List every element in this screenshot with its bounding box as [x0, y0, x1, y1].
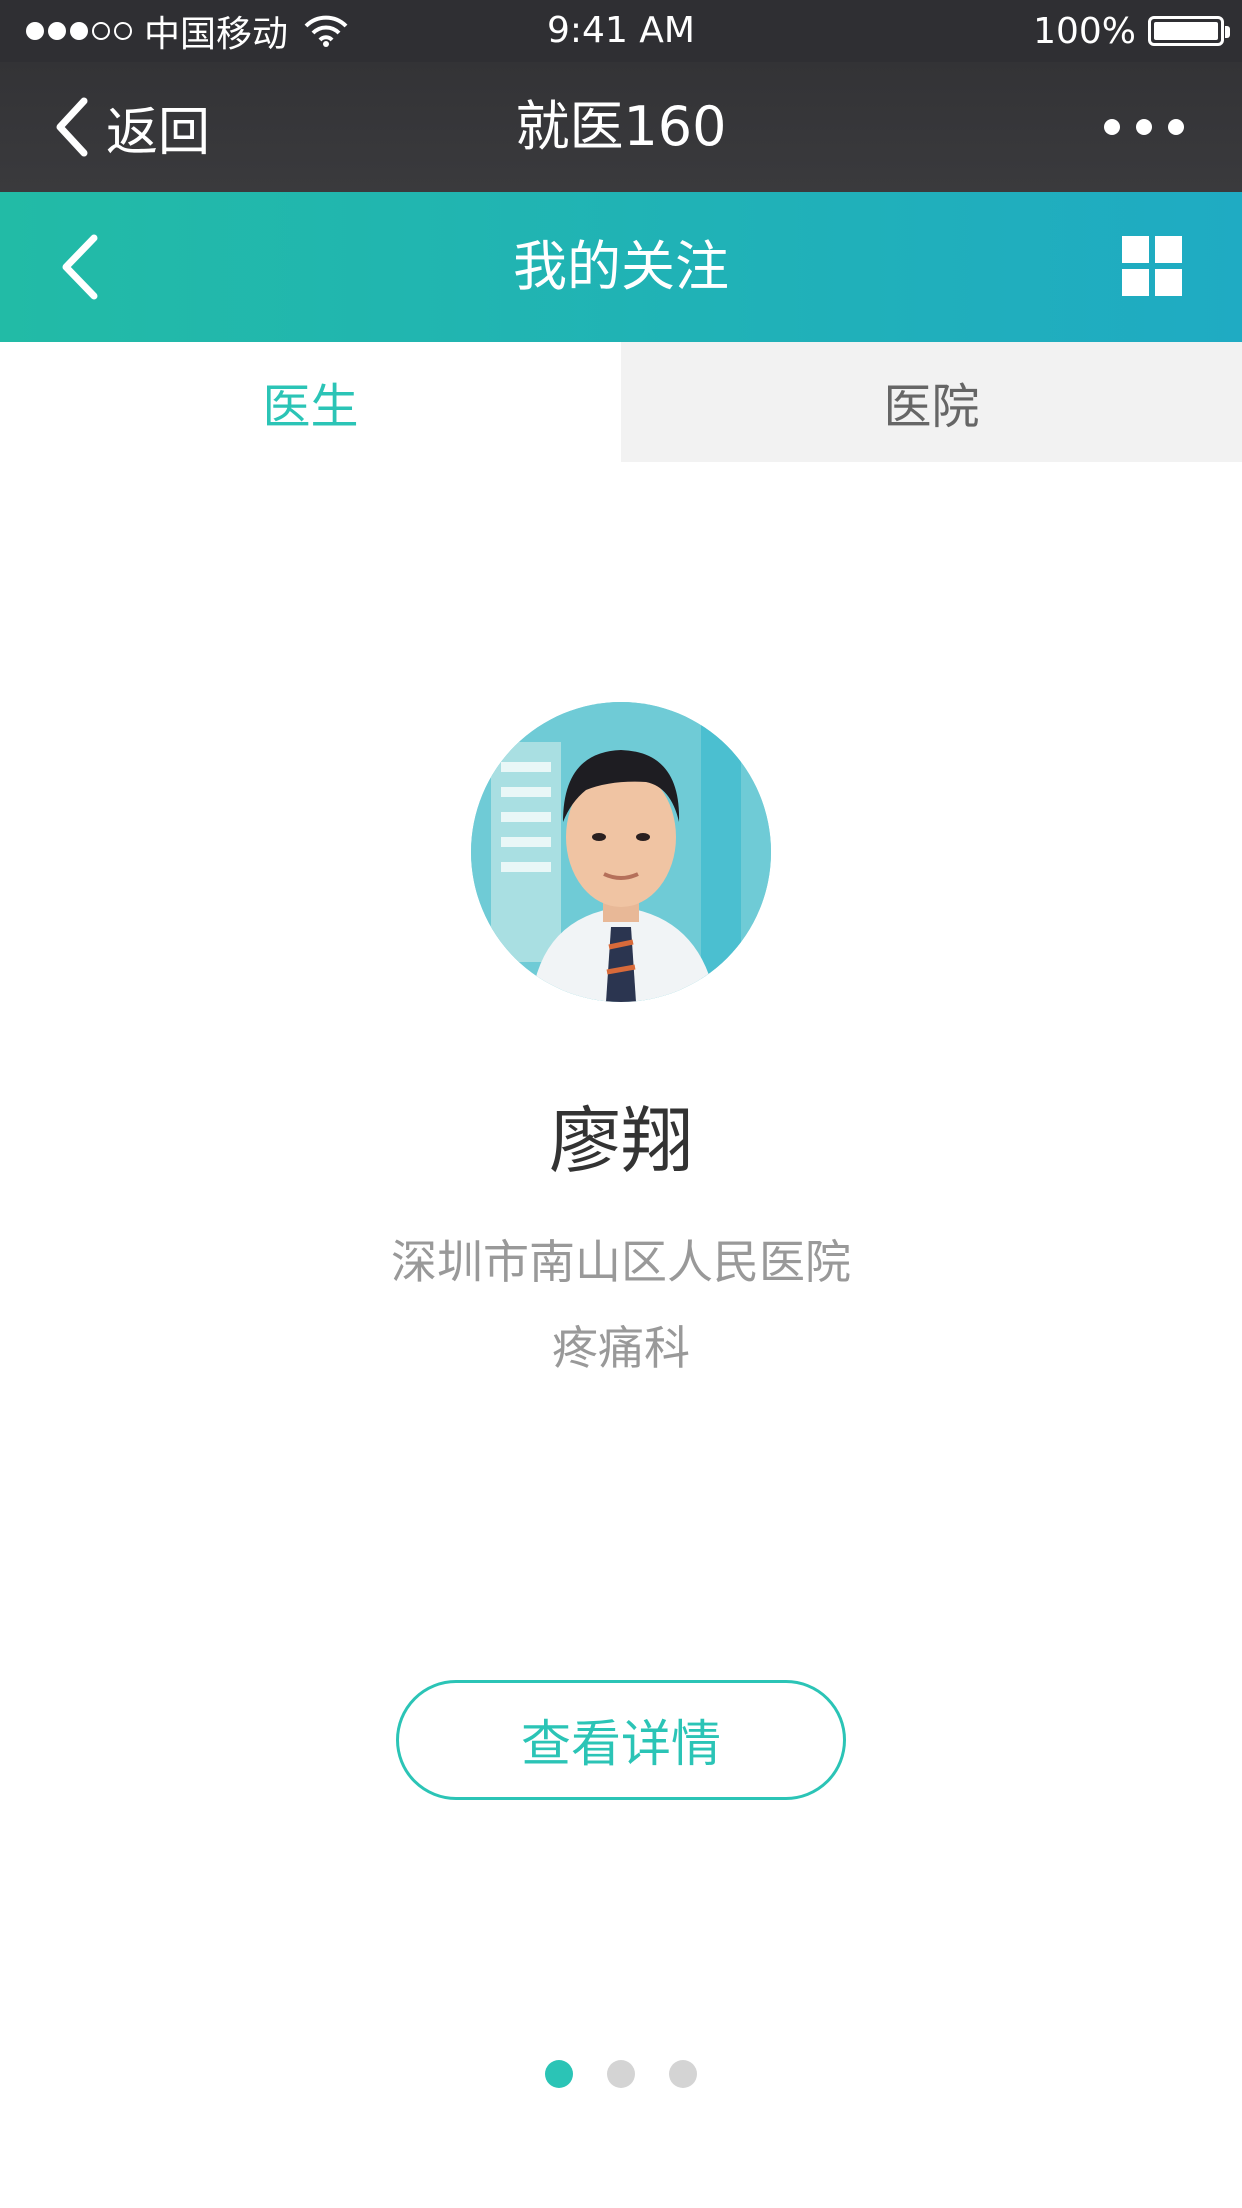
- wechat-nav-bar: 返回 就医160: [0, 62, 1242, 192]
- battery-percent: 100%: [1033, 10, 1136, 52]
- status-right: 100%: [1033, 10, 1230, 52]
- page-dot-1[interactable]: [545, 2060, 573, 2088]
- tab-hospitals[interactable]: 医院: [621, 342, 1242, 462]
- app-title: 就医160: [515, 95, 727, 158]
- doctor-hospital: 深圳市南山区人民医院: [391, 1235, 851, 1289]
- more-options-icon[interactable]: [1104, 112, 1184, 142]
- page-dot-3[interactable]: [669, 2060, 697, 2088]
- grid-view-icon[interactable]: [1122, 236, 1182, 296]
- page-dot-2[interactable]: [607, 2060, 635, 2088]
- doctor-department: 疼痛科: [552, 1321, 690, 1375]
- view-details-button[interactable]: 查看详情: [396, 1680, 846, 1800]
- page-header: 我的关注: [0, 192, 1242, 342]
- page-title: 我的关注: [513, 235, 729, 298]
- doctor-avatar: [471, 702, 771, 1002]
- page-indicator: [0, 2060, 1242, 2088]
- battery-icon: [1148, 16, 1230, 46]
- tab-bar: 医生 医院: [0, 342, 1242, 462]
- status-bar: 中国移动 9:41 AM 100%: [0, 0, 1242, 62]
- tab-doctors[interactable]: 医生: [0, 342, 621, 462]
- doctor-name: 廖翔: [548, 1099, 693, 1183]
